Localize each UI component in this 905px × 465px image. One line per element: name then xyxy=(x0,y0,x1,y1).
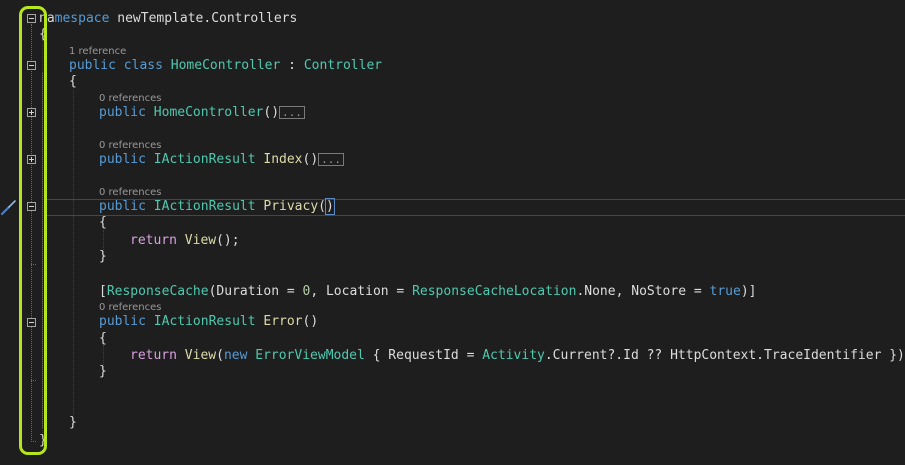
brace-line[interactable]: } xyxy=(99,248,107,265)
brace-line[interactable]: { xyxy=(69,73,77,90)
annotation-highlight-box xyxy=(19,6,47,455)
attribute-line[interactable]: [ResponseCache(Duration = 0, Location = … xyxy=(99,283,756,300)
privacy-method-line[interactable]: public IActionResult Privacy() xyxy=(99,198,335,215)
return-line[interactable]: return View(); xyxy=(130,232,240,249)
class-declaration-line[interactable]: public class HomeController : Controller xyxy=(69,57,382,74)
error-return-line[interactable]: return View(new ErrorViewModel { Request… xyxy=(130,347,905,364)
code-editor[interactable]: namespace newTemplate.Controllers { 1 re… xyxy=(0,0,905,465)
brace-line[interactable]: } xyxy=(69,414,77,431)
indent-guide xyxy=(73,90,74,415)
screwdriver-icon[interactable] xyxy=(0,198,18,216)
brace-line[interactable]: } xyxy=(99,363,107,380)
constructor-line[interactable]: public HomeController()... xyxy=(99,104,305,121)
brace-line[interactable]: { xyxy=(99,330,107,347)
index-method-line[interactable]: public IActionResult Index()... xyxy=(99,151,345,168)
collapsed-region-button[interactable]: ... xyxy=(279,106,305,119)
matched-paren: ) xyxy=(325,198,335,215)
error-method-line[interactable]: public IActionResult Error() xyxy=(99,313,318,330)
namespace-line[interactable]: namespace newTemplate.Controllers xyxy=(39,10,297,27)
collapsed-region-button[interactable]: ... xyxy=(318,153,345,166)
brace-line[interactable]: { xyxy=(99,214,107,231)
